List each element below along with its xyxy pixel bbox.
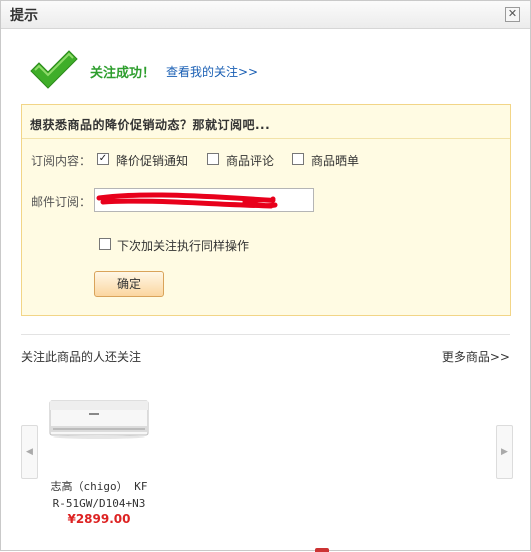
- view-my-follows-link[interactable]: 查看我的关注>>: [166, 63, 258, 80]
- showcase-option-label[interactable]: 商品晒单: [311, 152, 359, 169]
- product-name[interactable]: 志高（chigo） KF R-51GW/D104+N3: [46, 478, 152, 512]
- review-option-label[interactable]: 商品评论: [226, 152, 274, 169]
- price-drop-option-label[interactable]: 降价促销通知: [116, 152, 188, 169]
- email-subscribe-label: 邮件订阅：: [31, 195, 92, 209]
- panel-divider: [22, 138, 510, 139]
- review-checkbox[interactable]: [207, 153, 219, 165]
- more-products-link[interactable]: 更多商品>>: [442, 348, 510, 365]
- follow-success-dialog: 提示 ✕ 关注成功！ 查看我的关注>> 想获悉商品的降价促销动态？那就订阅吧..…: [0, 0, 531, 552]
- carousel-next-button[interactable]: ▶: [496, 425, 513, 479]
- section-divider: [21, 334, 510, 335]
- confirm-button[interactable]: 确定: [94, 271, 164, 297]
- subscribe-heading: 想获悉商品的降价促销动态？那就订阅吧...: [30, 118, 271, 132]
- carousel-prev-button[interactable]: ◀: [21, 425, 38, 479]
- also-follow-heading: 关注此商品的人还关注: [21, 350, 142, 364]
- next-time-checkbox[interactable]: [99, 238, 111, 250]
- close-icon[interactable]: ✕: [505, 7, 520, 22]
- dialog-titlebar[interactable]: 提示 ✕: [1, 1, 530, 29]
- next-time-label[interactable]: 下次加关注执行同样操作: [117, 237, 249, 254]
- bottom-scroll-marker: [315, 548, 329, 552]
- subscribe-panel: 想获悉商品的降价促销动态？那就订阅吧... 订阅内容： ✓ 降价促销通知 商品评…: [21, 104, 511, 316]
- redaction-scribble: [96, 192, 278, 209]
- checkmark-icon: [30, 50, 78, 89]
- success-message: 关注成功！: [90, 66, 156, 81]
- email-input[interactable]: [94, 188, 314, 212]
- product-price: ¥2899.00: [67, 512, 131, 526]
- subscribe-content-label: 订阅内容：: [31, 154, 92, 168]
- price-drop-checkbox[interactable]: ✓: [97, 153, 109, 165]
- product-name-line-1: 志高（chigo） KF: [50, 480, 148, 493]
- dialog-title: 提示: [10, 8, 38, 24]
- showcase-checkbox[interactable]: [292, 153, 304, 165]
- product-name-line-2: R-51GW/D104+N3: [52, 497, 146, 510]
- air-conditioner-image[interactable]: [49, 398, 149, 440]
